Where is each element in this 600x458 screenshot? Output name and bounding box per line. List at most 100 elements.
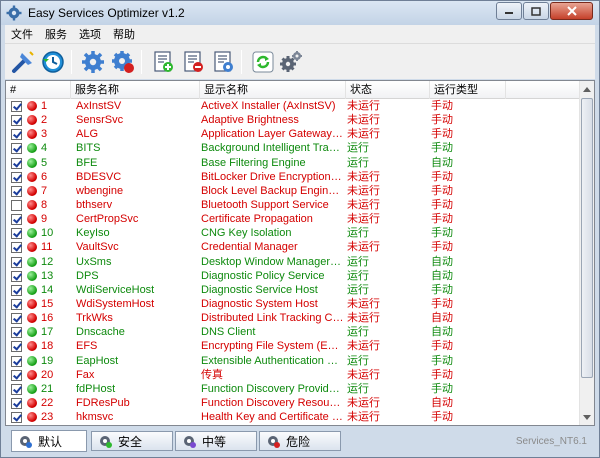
- refresh-button[interactable]: [249, 48, 277, 76]
- row-checkbox[interactable]: [11, 383, 22, 395]
- service-name: EapHost: [76, 354, 119, 367]
- row-checkbox[interactable]: [11, 341, 22, 353]
- row-checkbox[interactable]: [11, 327, 22, 339]
- row-number: 23: [41, 411, 54, 424]
- header-display-name[interactable]: 显示名称: [200, 81, 346, 99]
- start-type: 自动: [431, 255, 453, 268]
- table-row[interactable]: 13 DPS Diagnostic Policy Service 运行 自动: [6, 269, 580, 283]
- row-checkbox[interactable]: [11, 129, 22, 141]
- table-row[interactable]: 22 FDResPub Function Discovery Resource P.…: [6, 396, 580, 410]
- scroll-down-button[interactable]: [580, 409, 594, 425]
- table-row[interactable]: 20 Fax 传真 未运行 手动: [6, 368, 580, 382]
- row-checkbox[interactable]: [11, 185, 22, 197]
- row-checkbox[interactable]: [11, 355, 22, 367]
- start-type: 自动: [431, 156, 453, 169]
- row-checkbox[interactable]: [11, 284, 22, 296]
- row-checkbox[interactable]: [11, 143, 22, 155]
- display-name: Diagnostic Service Host: [201, 283, 318, 296]
- add-list-icon: [154, 51, 173, 72]
- table-row[interactable]: 8 bthserv Bluetooth Support Service 未运行 手动: [6, 198, 580, 212]
- scroll-thumb[interactable]: [581, 98, 593, 378]
- scroll-up-button[interactable]: [580, 81, 594, 97]
- menu-options[interactable]: 选项: [73, 26, 107, 42]
- table-row[interactable]: 7 wbengine Block Level Backup Engine Servi…: [6, 184, 580, 198]
- status-red-dot-icon: [27, 341, 37, 352]
- table-row[interactable]: 12 UxSms Desktop Window Manager Sess...运行 自…: [6, 255, 580, 269]
- start-type: 手动: [431, 184, 453, 197]
- services-list[interactable]: # 服务名称 显示名称 状态 运行类型 1 AxInstSV ActiveX Ins…: [5, 80, 595, 426]
- minimize-button[interactable]: [496, 2, 522, 20]
- table-row[interactable]: 5 BFE Base Filtering Engine 运行 自动: [6, 156, 580, 170]
- list-header: # 服务名称 显示名称 状态 运行类型: [6, 81, 580, 99]
- title-bar[interactable]: Easy Services Optimizer v1.2: [1, 1, 599, 25]
- header-state[interactable]: 状态: [346, 81, 430, 99]
- optimize-button[interactable]: [9, 48, 37, 76]
- status-green-dot-icon: [27, 228, 37, 239]
- status-red-dot-icon: [27, 369, 37, 380]
- restore-button[interactable]: [39, 48, 67, 76]
- remove-button[interactable]: [179, 48, 207, 76]
- row-checkbox[interactable]: [11, 171, 22, 183]
- close-button[interactable]: [550, 2, 593, 20]
- table-row[interactable]: 23 hkmsvc Health Key and Certificate Man..…: [6, 410, 580, 424]
- row-checkbox[interactable]: [11, 115, 22, 127]
- table-row[interactable]: 9 CertPropSvc Certificate Propagation 未运行 手动: [6, 212, 580, 226]
- table-row[interactable]: 18 EFS Encrypting File System (EFS) 未运行 手动: [6, 339, 580, 353]
- service-name: wbengine: [76, 184, 124, 197]
- table-row[interactable]: 1 AxInstSV ActiveX Installer (AxInstSV) 未运行…: [6, 99, 580, 113]
- header-service-name[interactable]: 服务名称: [71, 81, 200, 99]
- table-row[interactable]: 3 ALG Application Layer Gateway Ser...未运行 手…: [6, 127, 580, 141]
- row-checkbox[interactable]: [11, 157, 22, 169]
- row-checkbox[interactable]: [11, 199, 22, 211]
- table-row[interactable]: 2 SensrSvc Adaptive Brightness 未运行 手动: [6, 113, 580, 127]
- start-type: 手动: [431, 227, 453, 240]
- row-checkbox[interactable]: [11, 242, 22, 254]
- settings-red-button[interactable]: [109, 48, 137, 76]
- row-checkbox[interactable]: [11, 228, 22, 240]
- tab-safe[interactable]: 安全: [91, 431, 173, 451]
- table-row[interactable]: 17 Dnscache DNS Client 运行 自动: [6, 325, 580, 339]
- table-row[interactable]: 21 fdPHost Function Discovery Provider Hos…: [6, 382, 580, 396]
- table-row[interactable]: 19 EapHost Extensible Authentication Proto…: [6, 354, 580, 368]
- row-checkbox[interactable]: [11, 256, 22, 268]
- table-row[interactable]: 11 VaultSvc Credential Manager 未运行 手动: [6, 240, 580, 254]
- service-name: DPS: [76, 269, 99, 282]
- header-start-type[interactable]: 运行类型: [430, 81, 506, 99]
- display-name: Application Layer Gateway Ser...: [201, 128, 344, 141]
- row-checkbox[interactable]: [11, 397, 22, 409]
- table-row[interactable]: 14 WdiServiceHost Diagnostic Service Host 运…: [6, 283, 580, 297]
- edit-button[interactable]: [209, 48, 237, 76]
- menu-file[interactable]: 文件: [5, 26, 39, 42]
- service-state: 运行: [347, 142, 369, 155]
- tab-default[interactable]: 默认: [11, 430, 87, 452]
- maximize-button[interactable]: [523, 2, 549, 20]
- tab-medium[interactable]: 中等: [175, 431, 257, 451]
- start-type: 自动: [431, 312, 453, 325]
- services-button[interactable]: [277, 48, 305, 76]
- table-row[interactable]: 15 WdiSystemHost Diagnostic System Host 未运行…: [6, 297, 580, 311]
- tab-danger[interactable]: 危险: [259, 431, 341, 451]
- settings-blue-button[interactable]: [79, 48, 107, 76]
- row-checkbox[interactable]: [11, 270, 22, 282]
- menu-service[interactable]: 服务: [39, 26, 73, 42]
- header-num[interactable]: #: [6, 81, 71, 99]
- status-green-dot-icon: [27, 143, 37, 154]
- service-state: 未运行: [347, 213, 380, 226]
- row-checkbox[interactable]: [11, 214, 22, 226]
- start-type: 手动: [431, 170, 453, 183]
- status-red-dot-icon: [27, 171, 37, 182]
- table-row[interactable]: 4 BITS Background Intelligent Transfer...运…: [6, 141, 580, 155]
- table-row[interactable]: 16 TrkWks Distributed Link Tracking Client…: [6, 311, 580, 325]
- service-state: 未运行: [347, 100, 380, 112]
- row-checkbox[interactable]: [11, 298, 22, 310]
- table-row[interactable]: 6 BDESVC BitLocker Drive Encryption Servic…: [6, 170, 580, 184]
- vertical-scrollbar[interactable]: [579, 81, 594, 425]
- row-checkbox[interactable]: [11, 101, 22, 112]
- row-checkbox[interactable]: [11, 313, 22, 325]
- row-checkbox[interactable]: [11, 412, 22, 424]
- row-checkbox[interactable]: [11, 369, 22, 381]
- add-button[interactable]: [149, 48, 177, 76]
- tab-default-label: 默认: [38, 434, 63, 449]
- menu-help[interactable]: 帮助: [107, 26, 141, 42]
- table-row[interactable]: 10 KeyIso CNG Key Isolation 运行 手动: [6, 226, 580, 240]
